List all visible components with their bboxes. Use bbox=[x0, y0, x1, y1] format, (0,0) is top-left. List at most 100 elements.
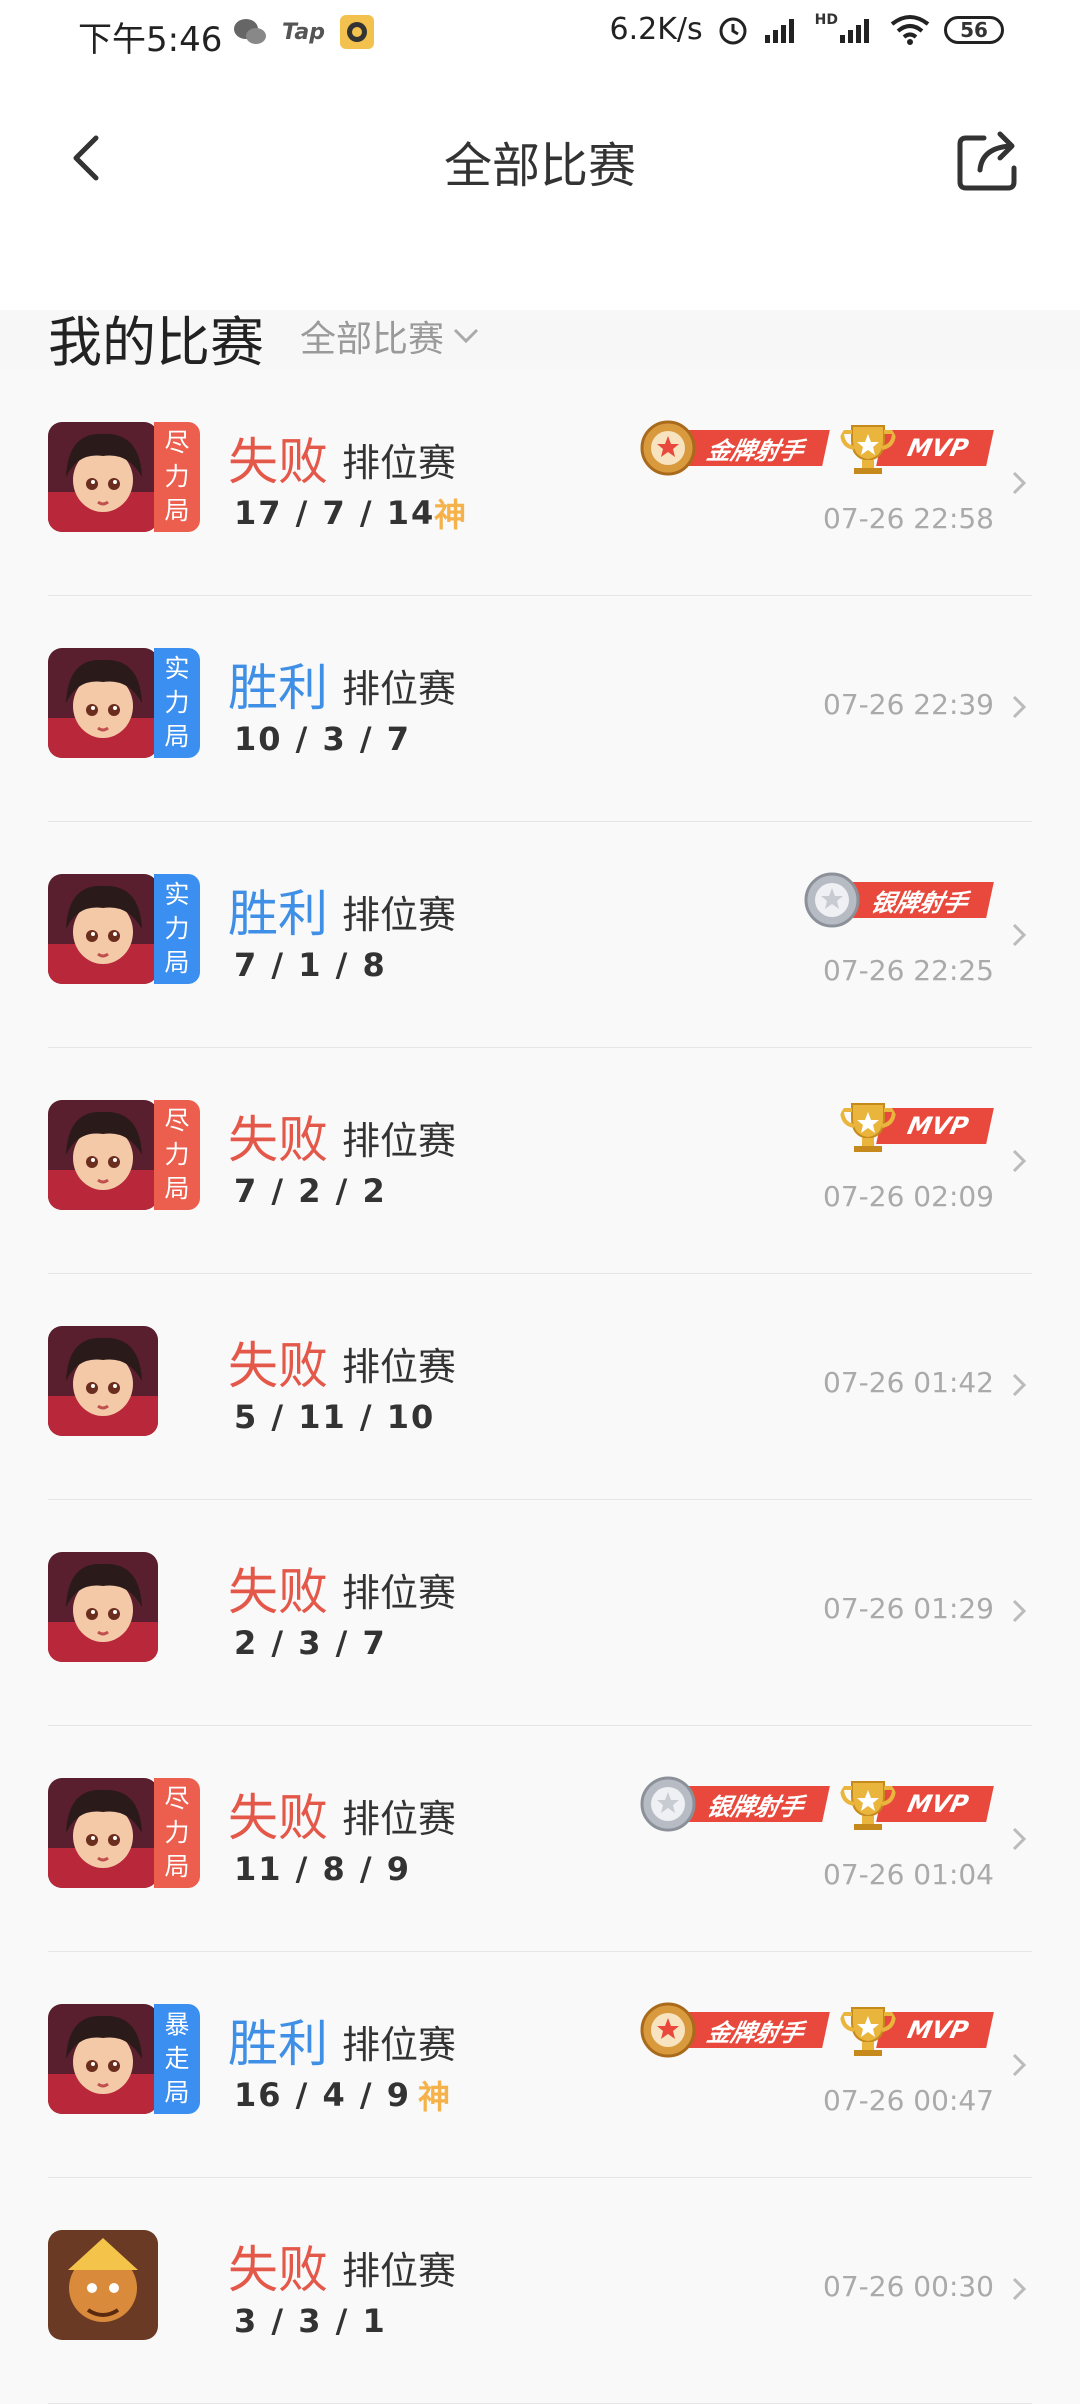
match-result: 失败 bbox=[228, 1337, 328, 1395]
chevron-right-icon bbox=[1012, 1827, 1027, 1851]
chevron-right-icon bbox=[1012, 695, 1027, 719]
match-result: 胜利 bbox=[228, 659, 328, 717]
badge-label: 银牌射手 bbox=[676, 1786, 830, 1822]
alarm-icon bbox=[719, 17, 747, 44]
wechat-icon bbox=[234, 19, 266, 44]
tag-char: 实 bbox=[164, 654, 190, 683]
match-mode: 排位赛 bbox=[342, 1345, 457, 1389]
gold-shooter-badge: 金牌射手 bbox=[638, 2000, 830, 2060]
match-row[interactable]: 尽力局失败 排位赛 7 / 2 / 2 MVP 07-26 02:09 bbox=[0, 1048, 1080, 1274]
badge-group: 银牌射手 MVP bbox=[638, 1774, 994, 1834]
tag-char: 力 bbox=[164, 914, 190, 943]
match-row[interactable]: 实力局胜利 排位赛 10 / 3 / 7 07-26 22:39 bbox=[0, 596, 1080, 822]
kda-stats: 7 / 2 / 2 bbox=[234, 1172, 387, 1210]
chevron-right-icon bbox=[1012, 2053, 1027, 2077]
match-time: 07-26 22:25 bbox=[823, 954, 994, 987]
silver-shooter-badge: 银牌射手 bbox=[802, 870, 994, 930]
kda-stats: 11 / 8 / 9 bbox=[234, 1850, 411, 1888]
match-row[interactable]: 尽力局失败 排位赛 11 / 8 / 9 银牌射手 MVP 07-26 01:04 bbox=[0, 1726, 1080, 1952]
match-row[interactable]: 失败 排位赛 2 / 3 / 7 07-26 01:29 bbox=[0, 1500, 1080, 1726]
chevron-right-icon bbox=[1012, 1599, 1027, 1623]
hero-avatar bbox=[48, 2004, 158, 2114]
match-time: 07-26 02:09 bbox=[823, 1180, 994, 1213]
wifi-icon bbox=[890, 14, 930, 45]
tag-char: 局 bbox=[164, 496, 190, 525]
battery-indicator: 56 bbox=[944, 15, 1004, 44]
tag-char: 力 bbox=[164, 1140, 190, 1169]
kda-stats: 5 / 11 / 10 bbox=[234, 1398, 436, 1436]
share-icon[interactable] bbox=[954, 124, 1024, 194]
match-row[interactable]: 实力局胜利 排位赛 7 / 1 / 8 银牌射手 07-26 22:25 bbox=[0, 822, 1080, 1048]
gold-medal-icon bbox=[640, 420, 696, 476]
kda-stats: 16 / 4 / 9 bbox=[234, 2076, 411, 2114]
match-time: 07-26 01:42 bbox=[823, 1366, 994, 1399]
performance-tag: 实力局 bbox=[154, 648, 200, 758]
silver-medal-icon bbox=[804, 872, 860, 928]
match-row[interactable]: 暴走局胜利 排位赛 16 / 4 / 9神 金牌射手 MVP 07-26 00:47 bbox=[0, 1952, 1080, 2178]
match-row[interactable]: 失败 排位赛 5 / 11 / 10 07-26 01:42 bbox=[0, 1274, 1080, 1500]
tag-char: 局 bbox=[164, 1852, 190, 1881]
chevron-right-icon bbox=[1012, 1373, 1027, 1397]
match-mode: 排位赛 bbox=[342, 1797, 457, 1841]
mvp-badge: MVP bbox=[838, 2000, 994, 2060]
status-time: 下午5:46 bbox=[78, 20, 223, 60]
match-list: 尽力局失败 排位赛 17 / 7 / 14 神 金牌射手 MVP 07-26 22:5… bbox=[0, 370, 1080, 2404]
game-app-icon bbox=[340, 15, 374, 49]
status-bar: 下午5:46 Tap 6.2K/s HD 56 bbox=[0, 0, 1080, 70]
hero-avatar bbox=[48, 1552, 158, 1662]
signal-icon-2 bbox=[840, 18, 869, 43]
tag-char: 局 bbox=[164, 722, 190, 751]
header: 全部比赛 我的比赛 全部比赛 bbox=[0, 70, 1080, 374]
trophy-icon bbox=[839, 425, 896, 474]
trophy-icon bbox=[839, 1103, 896, 1152]
net-speed: 6.2K/s bbox=[609, 12, 703, 47]
filter-dropdown[interactable]: 全部比赛 bbox=[300, 310, 480, 362]
page-title: 全部比赛 bbox=[443, 138, 636, 194]
hero-avatar bbox=[48, 1778, 158, 1888]
performance-tag: 尽力局 bbox=[154, 1778, 200, 1888]
match-time: 07-26 22:39 bbox=[823, 688, 994, 721]
mvp-badge: MVP bbox=[838, 1096, 994, 1156]
match-row[interactable]: 尽力局失败 排位赛 17 / 7 / 14 神 金牌射手 MVP 07-26 22:5… bbox=[0, 370, 1080, 596]
silver-shooter-badge: 银牌射手 bbox=[638, 1774, 830, 1834]
match-result: 失败 bbox=[228, 1789, 328, 1847]
match-row[interactable]: 失败 排位赛 3 / 3 / 1 07-26 00:30 bbox=[0, 2178, 1080, 2404]
badge-label: 金牌射手 bbox=[676, 2012, 830, 2048]
chevron-down-icon bbox=[453, 328, 479, 344]
tag-char: 力 bbox=[164, 462, 190, 491]
status-app-icons: Tap bbox=[232, 14, 375, 50]
section-title: 我的比赛 bbox=[48, 311, 264, 374]
match-result: 胜利 bbox=[228, 2015, 328, 2073]
signal-icon bbox=[764, 18, 794, 43]
match-mode: 排位赛 bbox=[342, 893, 457, 937]
kda-stats: 17 / 7 / 14 bbox=[234, 494, 436, 532]
mvp-badge: MVP bbox=[838, 1774, 994, 1834]
match-mode: 排位赛 bbox=[342, 667, 457, 711]
badge-group: 金牌射手 MVP bbox=[638, 418, 994, 478]
tap-icon: Tap bbox=[282, 19, 325, 45]
hero-avatar bbox=[48, 1100, 158, 1210]
tag-char: 暴 bbox=[164, 2010, 190, 2039]
match-time: 07-26 00:30 bbox=[823, 2270, 994, 2303]
match-result: 失败 bbox=[228, 433, 328, 491]
tag-char: 实 bbox=[164, 880, 190, 909]
hero-avatar bbox=[48, 2230, 158, 2340]
trophy-icon bbox=[839, 1781, 896, 1830]
performance-tag: 暴走局 bbox=[154, 2004, 200, 2114]
tag-char: 尽 bbox=[164, 1784, 190, 1813]
godlike-mark: 神 bbox=[418, 2078, 451, 2116]
kda-stats: 7 / 1 / 8 bbox=[234, 946, 387, 984]
match-result: 失败 bbox=[228, 2241, 328, 2299]
kda-stats: 10 / 3 / 7 bbox=[234, 720, 411, 758]
performance-tag: 实力局 bbox=[154, 874, 200, 984]
filter-label: 全部比赛 bbox=[300, 319, 445, 360]
tag-char: 局 bbox=[164, 1174, 190, 1203]
match-time: 07-26 00:47 bbox=[823, 2084, 994, 2117]
match-mode: 排位赛 bbox=[342, 2249, 457, 2293]
tag-char: 局 bbox=[164, 2078, 190, 2107]
hero-avatar bbox=[48, 874, 158, 984]
chevron-right-icon bbox=[1012, 2277, 1027, 2301]
gold-shooter-badge: 金牌射手 bbox=[638, 418, 830, 478]
godlike-mark: 神 bbox=[434, 496, 467, 534]
performance-tag: 尽力局 bbox=[154, 422, 200, 532]
